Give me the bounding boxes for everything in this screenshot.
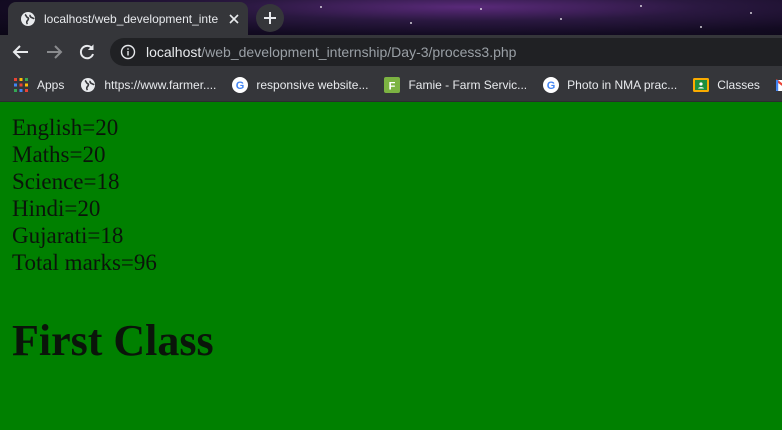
apps-grid-icon	[13, 77, 29, 93]
marks-maths: Maths=20	[12, 142, 106, 167]
forward-button[interactable]	[42, 40, 66, 64]
marks-gujarati: Gujarati=18	[12, 223, 124, 248]
google-icon: G	[543, 76, 560, 93]
bookmark-gmail[interactable]	[768, 73, 782, 97]
bookmark-photo-nma[interactable]: G Photo in NMA prac...	[535, 73, 685, 97]
browser-tab[interactable]: localhost/web_development_inte	[8, 2, 248, 35]
url-path: /web_development_internship/Day-3/proces…	[201, 44, 517, 60]
gmail-icon	[775, 77, 782, 93]
svg-text:G: G	[236, 80, 245, 92]
back-button[interactable]	[9, 40, 33, 64]
famie-icon: F	[384, 76, 401, 93]
url-host: localhost	[146, 44, 202, 60]
address-bar[interactable]: localhost/web_development_internship/Day…	[110, 38, 782, 66]
plus-icon	[264, 12, 276, 24]
marks-english: English=20	[12, 115, 119, 140]
bookmark-classes[interactable]: Classes	[685, 73, 768, 97]
tab-strip: localhost/web_development_inte	[0, 0, 782, 35]
url-text: localhost/web_development_internship/Day…	[146, 44, 516, 60]
bookmark-label: Famie - Farm Servic...	[408, 77, 528, 92]
bookmark-apps[interactable]: Apps	[0, 73, 72, 97]
browser-toolbar: localhost/web_development_internship/Day…	[0, 35, 782, 68]
globe-icon	[80, 77, 96, 93]
reload-button[interactable]	[75, 40, 99, 64]
close-tab-icon[interactable]	[224, 9, 244, 29]
bookmarks-bar: Apps https://www.farmer.... G responsive…	[0, 68, 782, 102]
marks-science: Science=18	[12, 169, 120, 194]
total-marks: Total marks=96	[12, 250, 157, 275]
svg-text:G: G	[547, 80, 556, 92]
reload-icon	[79, 44, 94, 60]
globe-icon	[20, 11, 36, 27]
bookmark-label: https://www.farmer....	[104, 77, 217, 92]
bookmark-label: Classes	[717, 77, 760, 92]
new-tab-button[interactable]	[256, 4, 284, 32]
result-heading: First Class	[12, 316, 214, 365]
google-icon: G	[232, 76, 249, 93]
bookmark-famie[interactable]: F Famie - Farm Servic...	[376, 73, 535, 97]
page-content: English=20 Maths=20 Science=18 Hindi=20 …	[0, 102, 782, 430]
back-arrow-icon	[12, 45, 28, 59]
bookmark-label: responsive website...	[256, 77, 369, 92]
marks-hindi: Hindi=20	[12, 196, 101, 221]
bookmark-label: Apps	[37, 77, 65, 92]
bookmark-label: Photo in NMA prac...	[567, 77, 678, 92]
forward-arrow-icon	[47, 45, 63, 59]
classroom-icon	[693, 77, 710, 93]
site-info-icon[interactable]	[120, 44, 136, 60]
bookmark-farmer[interactable]: https://www.farmer....	[72, 73, 224, 97]
marks-output: English=20 Maths=20 Science=18 Hindi=20 …	[12, 114, 214, 367]
tab-title: localhost/web_development_inte	[44, 11, 219, 26]
bookmark-responsive-website[interactable]: G responsive website...	[224, 73, 376, 97]
svg-text:F: F	[389, 80, 396, 92]
